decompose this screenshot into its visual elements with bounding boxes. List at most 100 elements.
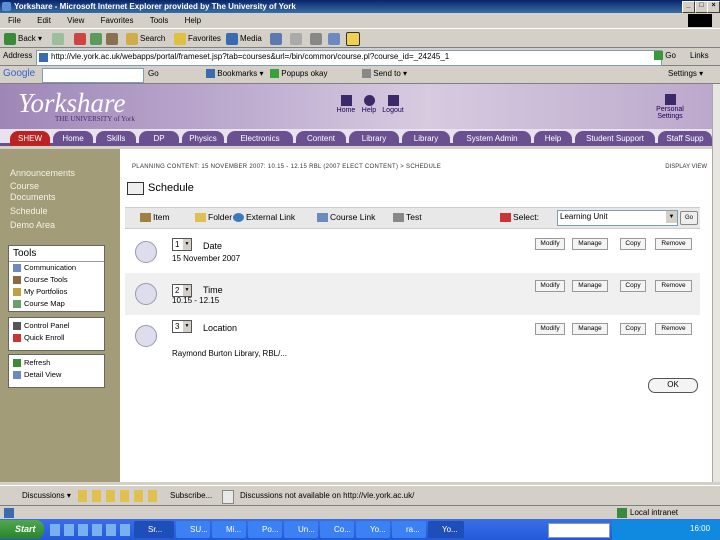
start-button[interactable]: Start xyxy=(0,520,44,539)
taskbar-item[interactable]: Yo... xyxy=(356,521,390,538)
favorites-button[interactable]: Favorites xyxy=(174,32,221,46)
nav-announcements[interactable]: Announcements xyxy=(10,168,75,178)
row-title[interactable]: Time xyxy=(203,285,223,295)
row-title[interactable]: Date xyxy=(203,241,222,251)
address-input[interactable]: http://vle.york.ac.uk/webapps/portal/fra… xyxy=(36,50,662,66)
learning-unit-select[interactable]: Learning Unit ▼ xyxy=(557,210,678,226)
menu-edit[interactable]: Edit xyxy=(37,16,51,25)
edit-button[interactable] xyxy=(328,32,342,46)
tool-communication[interactable]: Communication xyxy=(9,262,104,274)
tab-dp[interactable]: DP xyxy=(139,131,179,146)
bookmarks-button[interactable]: Bookmarks ▾ xyxy=(206,69,264,79)
personal-settings-link[interactable]: Personal Settings xyxy=(645,94,695,120)
forward-button[interactable] xyxy=(52,32,66,46)
quick-enroll-link[interactable]: Quick Enroll xyxy=(9,332,104,344)
refresh-button[interactable] xyxy=(90,32,104,46)
menu-help[interactable]: Help xyxy=(185,16,201,25)
stop-button[interactable] xyxy=(74,32,88,46)
tab-skills[interactable]: Skills xyxy=(96,131,136,146)
select-go-button[interactable]: Go xyxy=(680,211,698,225)
links-button[interactable]: Links xyxy=(690,51,709,60)
taskbar-item[interactable]: Mi... xyxy=(212,521,246,538)
copy-button[interactable]: Copy xyxy=(620,323,646,335)
add-external-link-button[interactable]: External Link xyxy=(233,212,295,223)
position-select[interactable]: 3 ▼ xyxy=(172,320,192,333)
subscribe-button[interactable]: Subscribe... xyxy=(170,491,212,500)
tab-help[interactable]: Help xyxy=(534,131,572,146)
add-test-button[interactable]: Test xyxy=(393,212,422,223)
add-folder-button[interactable]: Folder xyxy=(195,212,232,223)
taskbar-item[interactable]: Yo... xyxy=(428,521,464,538)
taskbar-item[interactable]: Sr... xyxy=(134,521,174,538)
tab-library-2[interactable]: Library xyxy=(402,131,450,146)
row-title[interactable]: Location xyxy=(203,323,237,333)
history-button[interactable] xyxy=(270,32,284,46)
display-view-link[interactable]: DISPLAY VIEW xyxy=(665,164,707,170)
remove-button[interactable]: Remove xyxy=(655,238,692,250)
taskbar-item[interactable]: SU... xyxy=(176,521,210,538)
add-item-button[interactable]: Item xyxy=(140,212,170,223)
search-button[interactable]: Search xyxy=(126,32,165,46)
control-panel-link[interactable]: Control Panel xyxy=(9,320,104,332)
home-button[interactable] xyxy=(106,32,120,46)
breadcrumb[interactable]: PLANNING CONTENT: 15 NOVEMBER 2007: 10.1… xyxy=(132,164,441,170)
menu-favorites[interactable]: Favorites xyxy=(101,16,134,25)
back-button[interactable]: Back ▾ xyxy=(4,32,42,46)
tab-system-admin[interactable]: System Admin xyxy=(453,131,531,146)
manage-button[interactable]: Manage xyxy=(572,238,608,250)
mail-button[interactable] xyxy=(290,32,304,46)
taskbar-search-input[interactable] xyxy=(548,523,610,538)
manage-button[interactable]: Manage xyxy=(572,323,608,335)
taskbar-item[interactable]: ra... xyxy=(392,521,426,538)
ok-button[interactable]: OK xyxy=(648,378,698,393)
close-icon[interactable]: × xyxy=(707,1,720,13)
taskbar-item[interactable]: Co... xyxy=(320,521,354,538)
discussion-tools-icons[interactable] xyxy=(78,490,158,502)
manage-button[interactable]: Manage xyxy=(572,280,608,292)
tab-shew[interactable]: SHEW xyxy=(10,131,50,146)
refresh-link[interactable]: Refresh xyxy=(9,357,104,369)
detail-view-link[interactable]: Detail View xyxy=(9,369,104,381)
remove-button[interactable]: Remove xyxy=(655,323,692,335)
nav-course-documents[interactable]: Course Documents xyxy=(10,181,80,203)
modify-button[interactable]: Modify xyxy=(535,280,565,292)
header-logout-link[interactable]: Logout xyxy=(379,95,407,114)
tab-content[interactable]: Content xyxy=(296,131,346,146)
copy-button[interactable]: Copy xyxy=(620,238,646,250)
popups-button[interactable]: Popups okay xyxy=(270,69,328,79)
messenger-button[interactable] xyxy=(346,32,362,46)
settings-button[interactable]: Settings ▾ xyxy=(668,69,703,78)
tab-student-support[interactable]: Student Support xyxy=(575,131,655,146)
add-course-link-button[interactable]: Course Link xyxy=(317,212,375,223)
copy-button[interactable]: Copy xyxy=(620,280,646,292)
page-scrollbar[interactable] xyxy=(712,84,720,482)
tool-course-map[interactable]: Course Map xyxy=(9,298,104,310)
sendto-button[interactable]: Send to ▾ xyxy=(362,69,407,79)
modify-button[interactable]: Modify xyxy=(535,238,565,250)
menu-file[interactable]: File xyxy=(8,16,21,25)
taskbar-item[interactable]: Po... xyxy=(248,521,282,538)
tool-my-portfolios[interactable]: My Portfolios xyxy=(9,286,104,298)
remove-button[interactable]: Remove xyxy=(655,280,692,292)
menu-tools[interactable]: Tools xyxy=(150,16,169,25)
print-button[interactable] xyxy=(310,32,324,46)
tool-course-tools[interactable]: Course Tools xyxy=(9,274,104,286)
minimize-icon[interactable]: _ xyxy=(682,1,695,13)
tab-electronics[interactable]: Electronics xyxy=(227,131,293,146)
google-search-input[interactable] xyxy=(42,68,144,83)
tab-staff-support[interactable]: Staff Supp xyxy=(658,131,712,146)
tab-home[interactable]: Home xyxy=(53,131,93,146)
tab-library[interactable]: Library xyxy=(349,131,399,146)
nav-demo-area[interactable]: Demo Area xyxy=(10,220,55,230)
nav-schedule[interactable]: Schedule xyxy=(10,206,48,216)
go-button[interactable]: Go xyxy=(654,51,676,61)
discussions-button[interactable]: Discussions ▾ xyxy=(22,491,71,500)
google-go-button[interactable]: Go xyxy=(148,69,159,78)
menu-view[interactable]: View xyxy=(67,16,84,25)
tab-physics[interactable]: Physics xyxy=(182,131,224,146)
modify-button[interactable]: Modify xyxy=(535,323,565,335)
quick-launch-icons[interactable] xyxy=(50,524,130,536)
position-select[interactable]: 1 ▼ xyxy=(172,238,192,251)
taskbar-item[interactable]: Un... xyxy=(284,521,318,538)
media-button[interactable]: Media xyxy=(226,32,262,46)
